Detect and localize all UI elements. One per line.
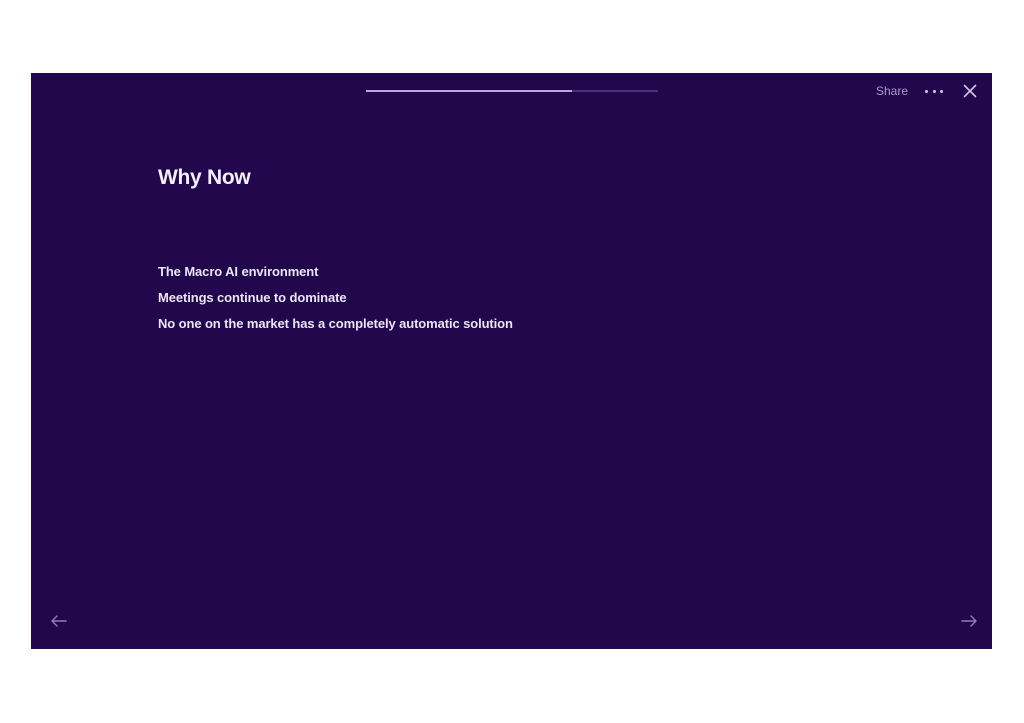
more-options-button[interactable] [925, 84, 943, 98]
slide-progress-bar [366, 90, 658, 92]
ellipsis-dot [932, 89, 936, 93]
close-button[interactable] [963, 84, 977, 98]
slide-progress-fill [366, 90, 572, 92]
arrow-left-icon [51, 615, 67, 627]
slide-bullet-list: The Macro AI environment Meetings contin… [158, 264, 513, 342]
ellipsis-dot [940, 89, 943, 93]
next-slide-button[interactable] [960, 614, 978, 628]
bullet-item: No one on the market has a completely au… [158, 316, 513, 331]
share-button[interactable]: Share [876, 84, 908, 98]
bullet-item: The Macro AI environment [158, 264, 319, 279]
previous-slide-button[interactable] [50, 614, 68, 628]
slide-title: Why Now [158, 166, 251, 189]
arrow-right-icon [961, 615, 977, 627]
close-icon [963, 84, 977, 98]
ellipsis-dot [925, 89, 928, 93]
bullet-item: Meetings continue to dominate [158, 290, 347, 305]
presentation-slide: Share Why Now The Macro AI environment M… [31, 73, 992, 649]
